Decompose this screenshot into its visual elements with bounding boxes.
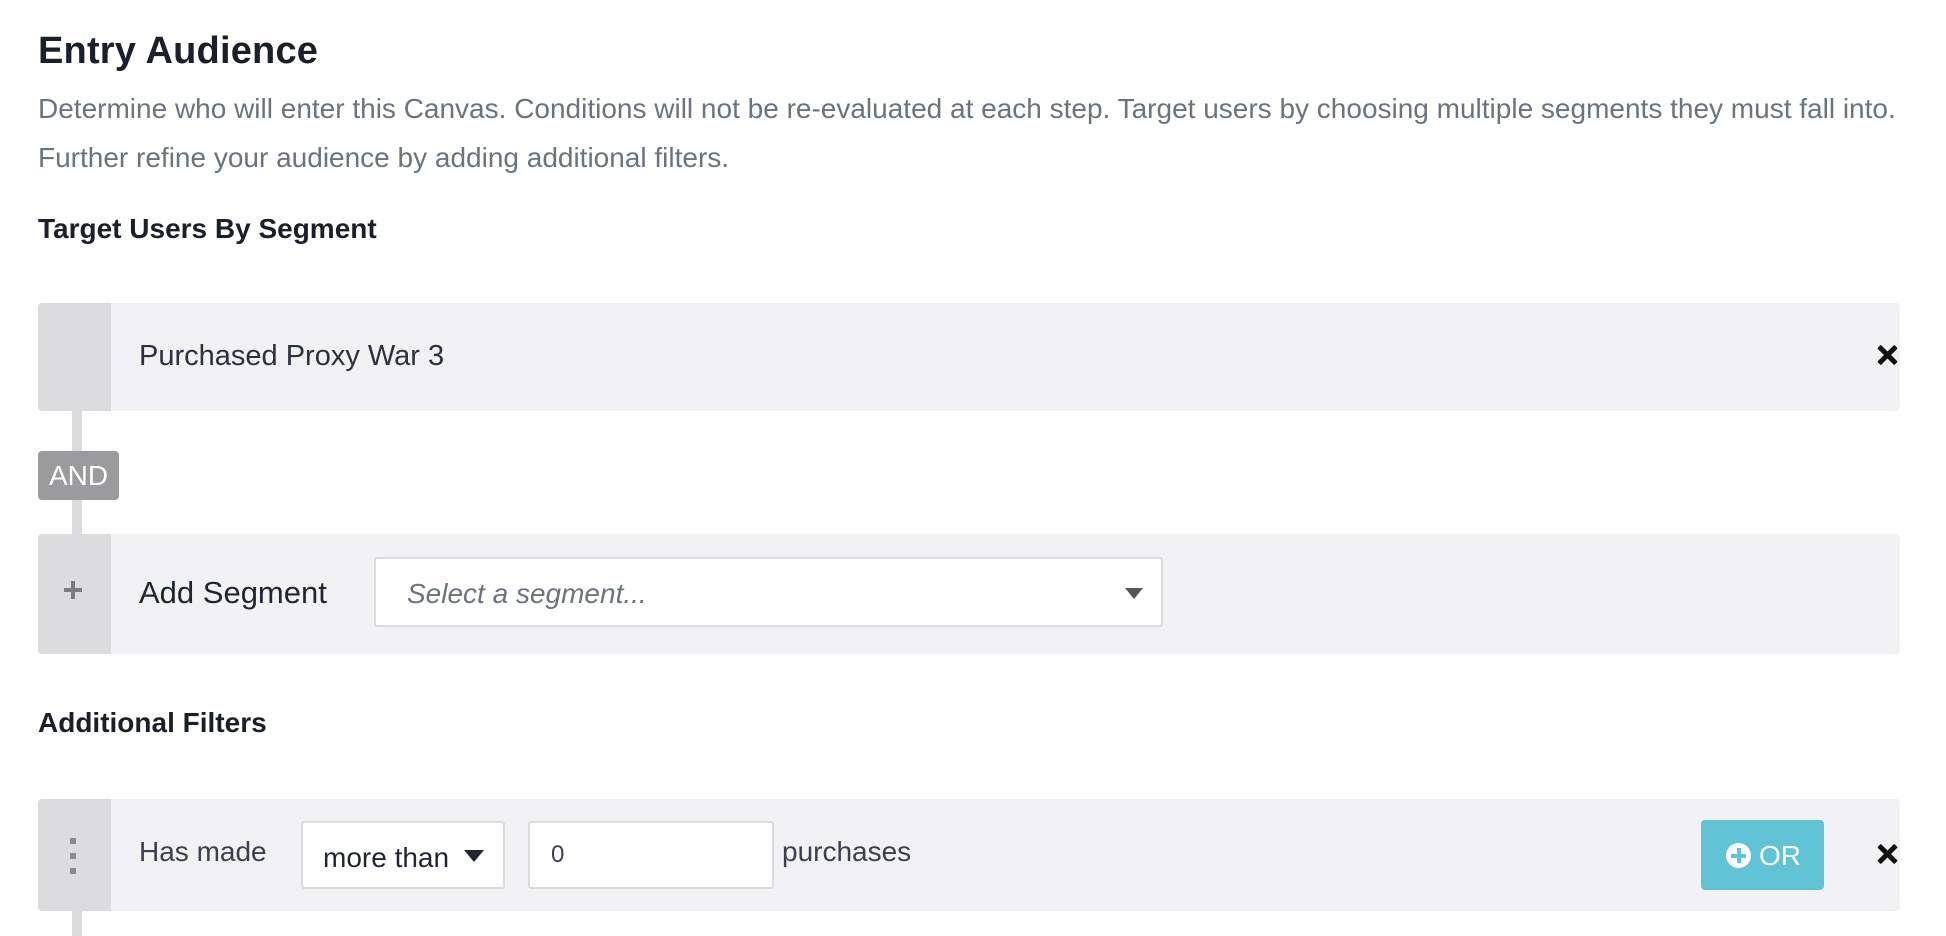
plus-icon[interactable]	[64, 581, 82, 599]
page-description: Determine who will enter this Canvas. Co…	[38, 93, 1896, 173]
segment-row-handle	[38, 303, 111, 411]
close-icon[interactable]	[1874, 841, 1900, 867]
caret-down-icon	[1125, 588, 1143, 599]
operator-select[interactable]: more than	[301, 821, 505, 889]
add-segment-label: Add Segment	[139, 575, 327, 610]
close-icon[interactable]	[1874, 342, 1900, 368]
filter-prefix: Has made	[139, 836, 267, 867]
segment-label: Purchased Proxy War 3	[139, 340, 445, 372]
operator-value: more than	[323, 842, 450, 873]
filter-connector	[72, 911, 82, 936]
or-button[interactable]: OR	[1701, 820, 1824, 890]
kebab-icon[interactable]	[70, 838, 76, 874]
filter-suffix: purchases	[782, 836, 912, 867]
caret-down-icon	[464, 850, 484, 862]
target-segments-heading: Target Users By Segment	[38, 213, 377, 244]
and-badge: AND	[38, 451, 119, 500]
purchase-count-input[interactable]	[528, 821, 774, 889]
additional-filters-heading: Additional Filters	[38, 707, 267, 738]
segment-select-placeholder: Select a segment...	[407, 578, 647, 609]
or-button-label: OR	[1759, 840, 1801, 871]
segment-select-dropdown[interactable]: Select a segment...	[374, 557, 1163, 627]
page-title: Entry Audience	[38, 30, 319, 72]
plus-circle-icon	[1726, 843, 1751, 868]
segment-row: Purchased Proxy War 3	[38, 303, 1900, 411]
